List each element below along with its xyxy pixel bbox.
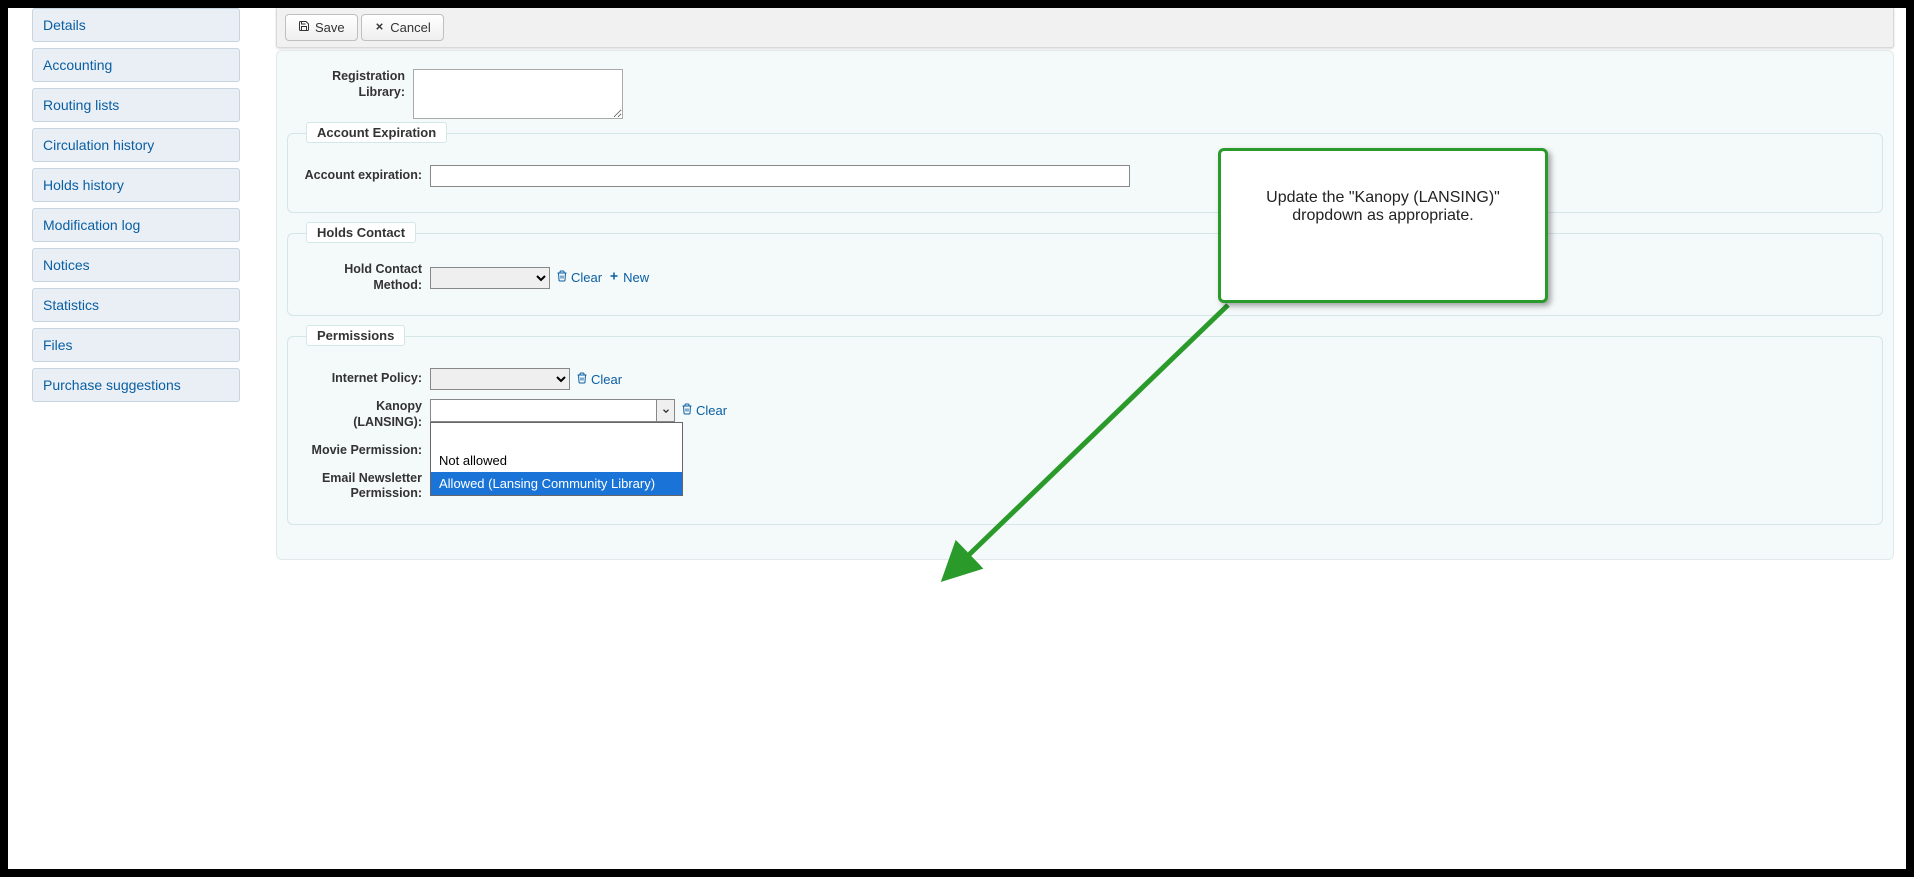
callout-line2: dropdown as appropriate. xyxy=(1239,207,1527,225)
hold-contact-clear-link[interactable]: Clear xyxy=(556,270,602,285)
clear-label: Clear xyxy=(571,270,602,285)
sidebar-item-statistics[interactable]: Statistics xyxy=(32,288,240,322)
save-button-label: Save xyxy=(315,20,345,35)
kanopy-select[interactable] xyxy=(430,399,675,422)
save-button[interactable]: Save xyxy=(285,14,358,41)
kanopy-option-not-allowed[interactable]: Not allowed xyxy=(431,449,682,472)
legend-permissions: Permissions xyxy=(306,325,405,346)
sidebar-item-circulation-history[interactable]: Circulation history xyxy=(32,128,240,162)
cancel-button[interactable]: Cancel xyxy=(361,14,443,41)
sidebar-item-notices[interactable]: Notices xyxy=(32,248,240,282)
row-internet-policy: Internet Policy: Clear xyxy=(304,365,1866,393)
kanopy-option-allowed[interactable]: Allowed (Lansing Community Library) xyxy=(431,472,682,495)
trash-icon xyxy=(576,372,588,387)
email-newsletter-label: Email Newsletter Permission: xyxy=(304,471,430,502)
kanopy-clear-link[interactable]: Clear xyxy=(681,403,727,418)
trash-icon xyxy=(681,403,693,418)
row-registration-library: Registration Library: xyxy=(287,69,1883,119)
account-expiration-input[interactable] xyxy=(430,165,1130,187)
kanopy-dropdown-list: Not allowed Allowed (Lansing Community L… xyxy=(430,422,683,496)
fieldset-permissions: Permissions Internet Policy: Clear Ka xyxy=(287,336,1883,525)
callout-line1: Update the "Kanopy (LANSING)" xyxy=(1239,189,1527,207)
kanopy-label: Kanopy (LANSING): xyxy=(304,399,430,430)
fieldset-holds-contact: Holds Contact Hold Contact Method: Clear xyxy=(287,233,1883,316)
form-panel: Registration Library: Account Expiration… xyxy=(276,50,1894,560)
clear-label: Clear xyxy=(591,372,622,387)
hold-contact-method-select[interactable] xyxy=(430,267,550,289)
internet-policy-select[interactable] xyxy=(430,368,570,390)
trash-icon xyxy=(556,270,568,285)
registration-library-label: Registration Library: xyxy=(287,69,413,100)
clear-label: Clear xyxy=(696,403,727,418)
sidebar-item-routing-lists[interactable]: Routing lists xyxy=(32,88,240,122)
sidebar-item-files[interactable]: Files xyxy=(32,328,240,362)
internet-policy-label: Internet Policy: xyxy=(304,371,430,387)
hold-contact-method-label: Hold Contact Method: xyxy=(304,262,430,293)
fieldset-account-expiration: Account Expiration Account expiration: xyxy=(287,133,1883,213)
registration-library-input[interactable] xyxy=(413,69,623,119)
row-account-expiration: Account expiration: xyxy=(304,162,1866,190)
chevron-down-icon xyxy=(656,400,674,421)
row-kanopy: Kanopy (LANSING): Not all xyxy=(304,399,1866,430)
sidebar-nav: Details Accounting Routing lists Circula… xyxy=(8,8,248,869)
new-label: New xyxy=(623,270,649,285)
kanopy-option-blank[interactable] xyxy=(431,423,682,449)
close-icon xyxy=(374,20,385,35)
sidebar-item-purchase-suggestions[interactable]: Purchase suggestions xyxy=(32,368,240,402)
main-content: Save Cancel Registration Library: xyxy=(248,8,1906,869)
save-icon xyxy=(298,20,310,35)
internet-policy-clear-link[interactable]: Clear xyxy=(576,372,622,387)
plus-icon xyxy=(608,270,620,285)
toolbar: Save Cancel xyxy=(276,8,1894,48)
legend-account-expiration: Account Expiration xyxy=(306,122,447,143)
sidebar-item-holds-history[interactable]: Holds history xyxy=(32,168,240,202)
hold-contact-new-link[interactable]: New xyxy=(608,270,649,285)
sidebar-item-details[interactable]: Details xyxy=(32,8,240,42)
cancel-button-label: Cancel xyxy=(390,20,430,35)
sidebar-item-accounting[interactable]: Accounting xyxy=(32,48,240,82)
legend-holds-contact: Holds Contact xyxy=(306,222,416,243)
annotation-callout: Update the "Kanopy (LANSING)" dropdown a… xyxy=(1218,148,1548,303)
account-expiration-label: Account expiration: xyxy=(304,168,430,184)
movie-permission-label: Movie Permission: xyxy=(304,443,430,459)
row-hold-contact-method: Hold Contact Method: Clear New xyxy=(304,262,1866,293)
sidebar-item-modification-log[interactable]: Modification log xyxy=(32,208,240,242)
